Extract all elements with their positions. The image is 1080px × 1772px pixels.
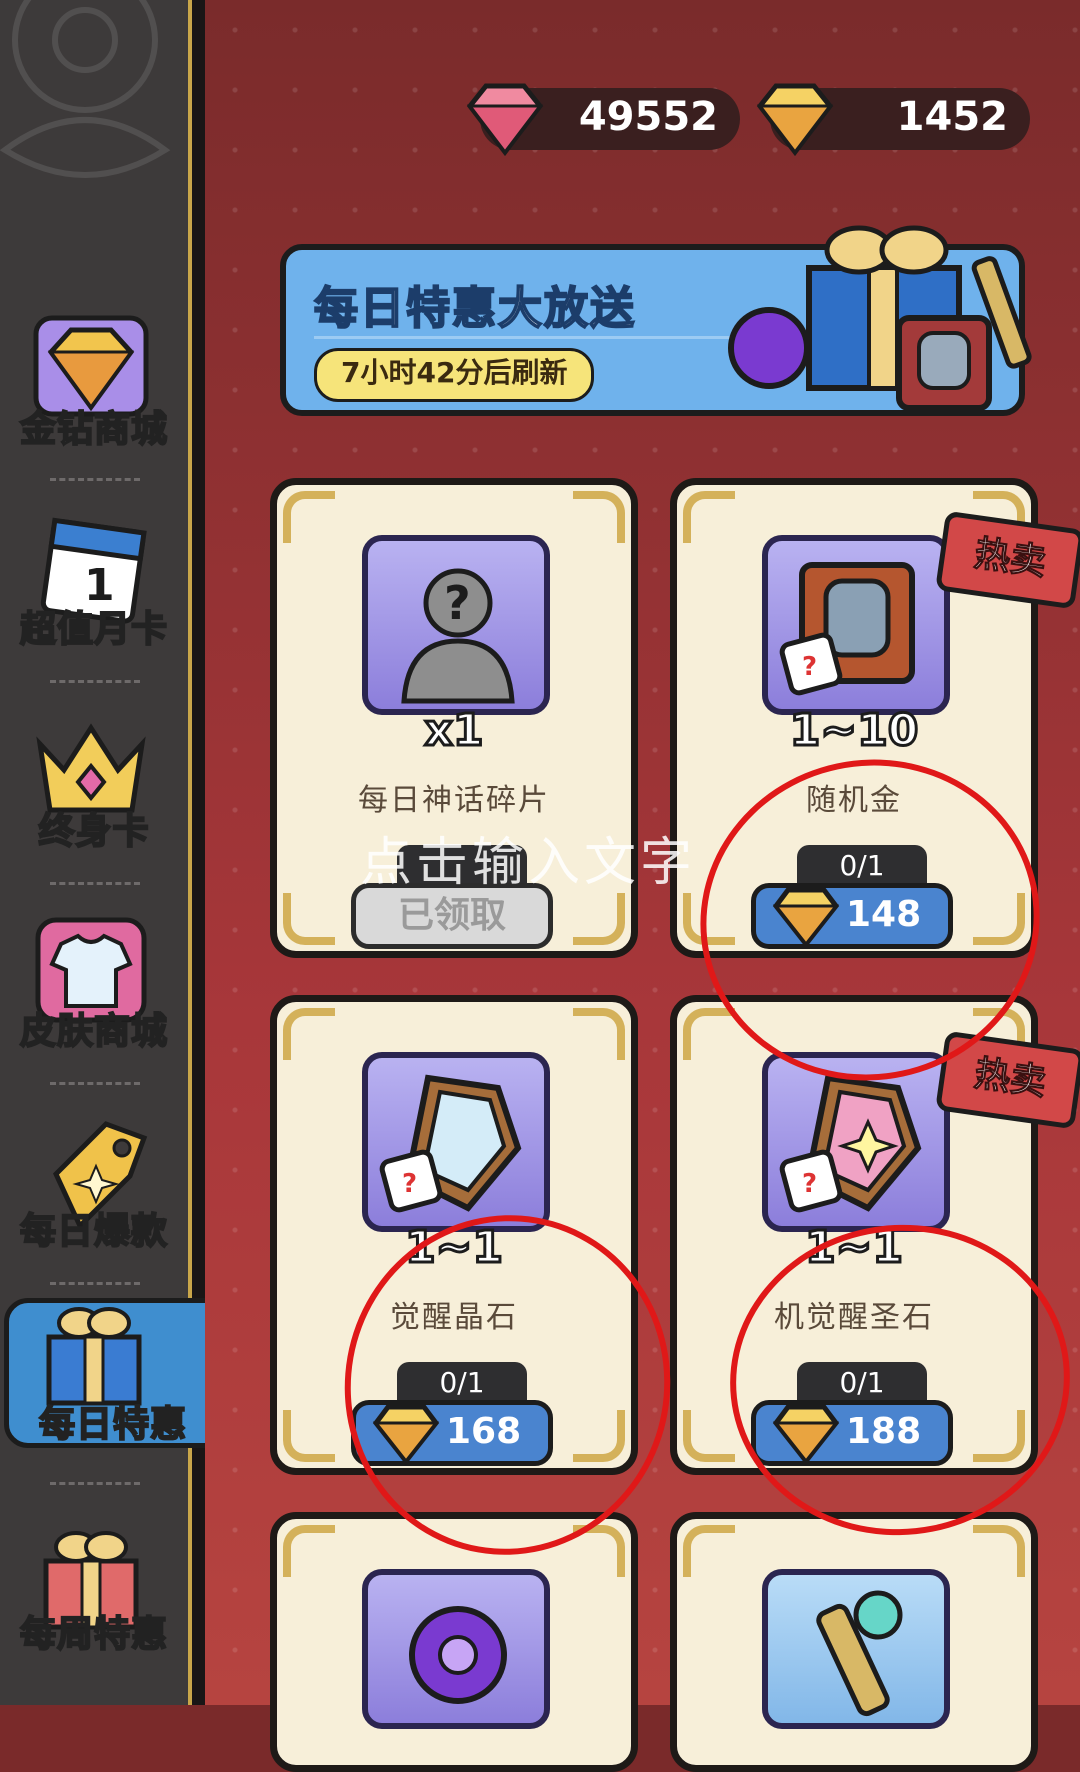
refresh-timer: 7小时42分后刷新 (314, 348, 595, 402)
text-input-overlay[interactable]: 点击输入文字 (360, 820, 696, 895)
random-book-icon: ? (779, 562, 915, 696)
gift-pile-icon (728, 225, 1032, 411)
svg-text:?: ? (402, 1169, 417, 1199)
divider (314, 336, 734, 339)
item-art: ? (362, 535, 550, 715)
sidebar-item-label: 每日特惠 (38, 1403, 187, 1446)
item-quantity: x1 (423, 704, 485, 758)
divider (50, 680, 140, 683)
currency-value: 1452 (896, 94, 1008, 140)
divider (50, 478, 140, 481)
deal-card-partial[interactable] (270, 1512, 638, 1772)
svg-text:?: ? (802, 652, 817, 682)
awaken-crystal-icon: ? (379, 1074, 522, 1213)
item-art: ? (362, 1052, 550, 1232)
item-quantity: 1~10 (788, 704, 920, 758)
sidebar-item-label: 金钻商城 (19, 408, 168, 451)
key-icon (816, 1590, 903, 1717)
currency-pink-diamond: 49552 (466, 83, 740, 157)
sidebar-item-label: 超值月卡 (19, 608, 168, 651)
sidebar-item-label: 皮肤商城 (19, 1010, 168, 1053)
currency-gold-diamond: 1452 (756, 83, 1030, 157)
item-art (362, 1569, 550, 1729)
pink-diamond-icon (466, 83, 544, 157)
item-art: ? (762, 535, 950, 715)
mystery-hero-icon: ? (401, 568, 515, 704)
sidebar-item-monthly-card[interactable]: 1 超值月卡 (0, 500, 188, 675)
sidebar-item-label: 每日爆款 (19, 1210, 168, 1253)
divider (50, 1082, 140, 1085)
gold-diamond-icon (756, 83, 834, 157)
currency-value: 49552 (578, 94, 718, 140)
sidebar-item-label: 每周特惠 (19, 1613, 168, 1656)
sidebar-item-weekly-deal[interactable]: 每周特惠 (0, 1505, 188, 1680)
divider (50, 1482, 140, 1485)
svg-text:?: ? (802, 1169, 817, 1199)
sidebar-item-lifetime-card[interactable]: 终身卡 (0, 702, 188, 877)
daily-deal-banner: 每日特惠大放送 7小时42分后刷新 (280, 225, 1032, 416)
svg-text:?: ? (444, 576, 471, 630)
sidebar: 金钻商城 1 超值月卡 终身卡 皮肤商城 每日爆款 每日特惠 每周特惠 (0, 0, 232, 1705)
sidebar-item-skin-shop[interactable]: 皮肤商城 (0, 902, 188, 1077)
item-art (762, 1569, 950, 1729)
banner-title: 每日特惠大放送 (313, 282, 636, 335)
sidebar-item-daily-deal[interactable]: 每日特惠 (4, 1298, 232, 1448)
deal-card-partial[interactable] (670, 1512, 1038, 1772)
awaken-holy-stone-icon: ? (779, 1074, 922, 1213)
divider (50, 1282, 140, 1285)
divider (50, 882, 140, 885)
sidebar-item-gold-diamond-shop[interactable]: 金钻商城 (0, 300, 188, 475)
sidebar-rail (188, 0, 205, 1705)
gift-box-icon (46, 1307, 142, 1406)
emblem-icon (0, 0, 171, 178)
item-name: 每日神话碎片 (358, 783, 550, 818)
sidebar-item-daily-hot[interactable]: 每日爆款 (0, 1102, 188, 1277)
purple-orb-icon (409, 1606, 507, 1704)
sidebar-item-label: 终身卡 (37, 810, 150, 853)
